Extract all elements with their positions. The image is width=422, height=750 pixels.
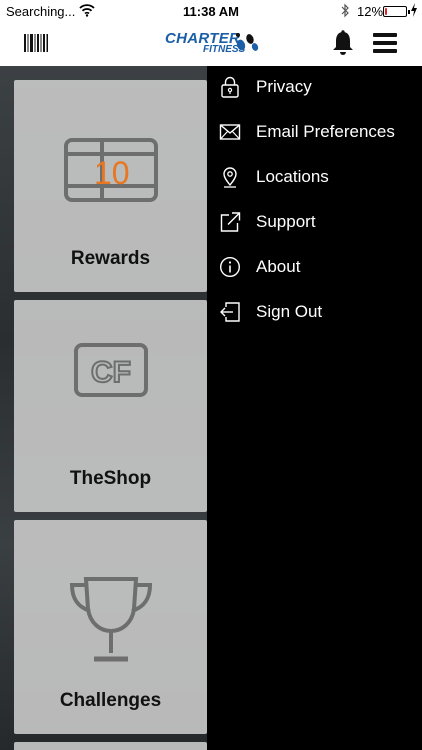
drawer-label-about: About: [256, 257, 301, 276]
battery-percent: 12%: [357, 4, 384, 19]
bell-icon[interactable]: [331, 30, 355, 56]
drawer-item-support[interactable]: Support: [207, 201, 422, 245]
bluetooth-icon: [341, 3, 349, 18]
drawer-item-privacy[interactable]: Privacy: [207, 66, 422, 110]
drawer-item-sign-out[interactable]: Sign Out: [207, 291, 422, 335]
info-icon: [219, 256, 241, 278]
side-drawer-menu: Privacy Email Preferences Locations Supp…: [207, 66, 422, 750]
lock-icon: [221, 76, 239, 98]
envelope-icon: [219, 124, 241, 140]
challenges-tile[interactable]: Challenges: [14, 520, 207, 734]
external-link-icon: [220, 212, 241, 232]
logo-mark-icon: [236, 33, 259, 51]
shop-logo-text: CF: [91, 356, 131, 389]
hamburger-menu-icon[interactable]: [373, 33, 397, 53]
trophy-icon: [69, 577, 153, 662]
charter-fitness-logo: CHARTER FITNESS: [163, 29, 259, 59]
tile-label-challenges: Challenges: [59, 690, 162, 711]
drawer-label-support: Support: [256, 212, 316, 231]
next-tile-partial[interactable]: [14, 742, 207, 750]
drawer-item-about[interactable]: About: [207, 246, 422, 290]
status-bar: Searching... 11:38 AM 12%: [0, 0, 422, 24]
shop-logo-icon: CF: [74, 343, 148, 397]
battery-icon: [383, 6, 410, 17]
drawer-label-email-preferences: Email Preferences: [256, 122, 395, 141]
barcode-icon[interactable]: [24, 34, 48, 52]
drawer-label-locations: Locations: [256, 167, 329, 186]
drawer-item-locations[interactable]: Locations: [207, 156, 422, 200]
tile-label-theshop: TheShop: [69, 468, 152, 489]
drawer-label-privacy: Privacy: [256, 77, 312, 96]
battery-level: [385, 8, 387, 15]
rewards-tile[interactable]: 10 Rewards: [14, 80, 207, 292]
drawer-label-sign-out: Sign Out: [256, 302, 323, 321]
charging-bolt-icon: [411, 3, 417, 17]
app-header: CHARTER FITNESS: [0, 24, 422, 66]
rewards-card-icon: 10: [64, 138, 158, 202]
tile-label-rewards: Rewards: [70, 248, 151, 269]
sign-out-icon: [220, 302, 240, 322]
rewards-points-text: 10: [94, 155, 130, 191]
drawer-item-email-preferences[interactable]: Email Preferences: [207, 111, 422, 155]
location-pin-icon: [223, 167, 237, 188]
theshop-tile[interactable]: CF TheShop: [14, 300, 207, 512]
